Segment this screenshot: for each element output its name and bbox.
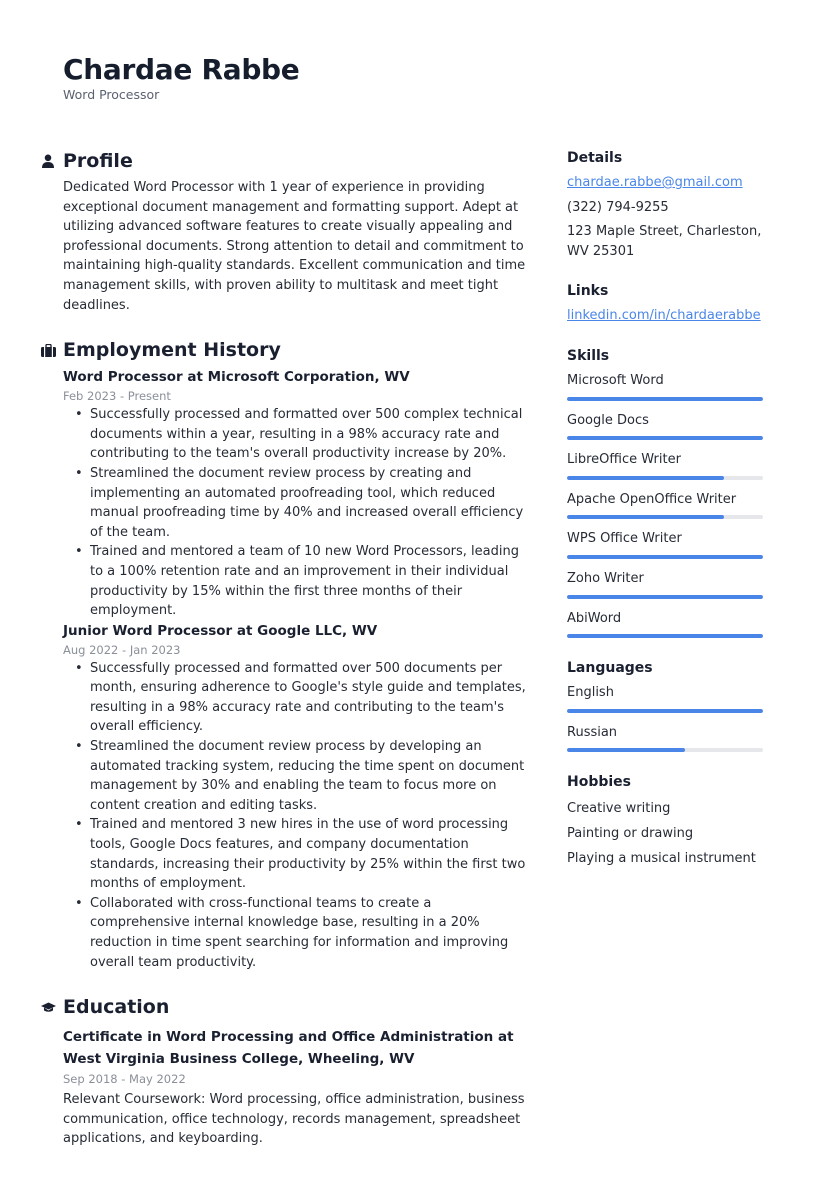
hobbies-heading: Hobbies — [567, 774, 632, 791]
links-section: Links linkedin.com/in/chardaerabbe — [567, 281, 787, 326]
skill-level-bar — [567, 475, 763, 480]
skill-name: LibreOffice Writer — [567, 452, 681, 468]
skill-level-bar — [567, 515, 763, 520]
profile-section: Profile Dedicated Word Processor with 1 … — [40, 148, 530, 315]
employment-section: Employment History Word Processor at Mic… — [40, 337, 530, 972]
resume-header: Chardae Rabbe Word Processor — [63, 53, 300, 103]
skill: AbiWord — [567, 609, 787, 639]
skill-name: Zoho Writer — [567, 570, 644, 586]
job-bullets: Successfully processed and formatted ove… — [63, 405, 530, 621]
education-title: Certificate in Word Processing and Offic… — [63, 1029, 514, 1068]
candidate-title: Word Processor — [63, 87, 160, 102]
skill-level-bar — [567, 634, 763, 639]
skills-section: Skills Microsoft Word Google Docs LibreOff… — [567, 346, 787, 639]
languages-section: Languages English Russian — [567, 658, 787, 753]
skill-level-bar — [567, 396, 763, 401]
employment-heading: Employment History — [63, 339, 281, 362]
education-entry: Certificate in Word Processing and Offic… — [63, 1026, 530, 1149]
job-bullet: Trained and mentored 3 new hires in the … — [75, 815, 530, 893]
details-heading: Details — [567, 150, 623, 166]
language-level-bar — [567, 748, 763, 753]
skill: WPS Office Writer — [567, 529, 787, 559]
hobby-item: Playing a musical instrument — [567, 850, 756, 866]
skill: Google Docs — [567, 411, 787, 441]
skill-name: Google Docs — [567, 412, 649, 428]
skill-name: WPS Office Writer — [567, 531, 682, 547]
job-bullets: Successfully processed and formatted ove… — [63, 659, 530, 973]
address: 123 Maple Street, Charleston, WV 25301 — [567, 224, 762, 259]
job-bullet: Streamlined the document review process … — [75, 737, 530, 815]
skill-level-fill — [567, 396, 763, 401]
briefcase-icon — [40, 343, 63, 357]
skill-name: Microsoft Word — [567, 372, 664, 388]
profile-heading: Profile — [63, 150, 133, 172]
person-icon — [40, 154, 63, 168]
skill-level-fill — [567, 475, 724, 480]
job-dates: Feb 2023 - Present — [63, 389, 171, 404]
skill: LibreOffice Writer — [567, 450, 787, 480]
skill-level-fill — [567, 634, 763, 639]
skills-heading: Skills — [567, 347, 610, 364]
links-heading: Links — [567, 283, 609, 300]
skill-level-fill — [567, 515, 724, 520]
job-title: Word Processor at Microsoft Corporation,… — [63, 369, 410, 386]
main-column: Profile Dedicated Word Processor with 1 … — [40, 148, 530, 1165]
skill-level-bar — [567, 594, 763, 599]
language-level-fill — [567, 708, 763, 713]
skill: Microsoft Word — [567, 371, 787, 401]
education-dates: Sep 2018 - May 2022 — [63, 1072, 186, 1087]
job-entry: Word Processor at Microsoft Corporation,… — [63, 367, 530, 621]
skill-level-fill — [567, 436, 763, 441]
language-level-bar — [567, 708, 763, 713]
candidate-name: Chardae Rabbe — [63, 53, 300, 86]
skill-level-bar — [567, 554, 763, 559]
graduation-cap-icon — [40, 1002, 63, 1013]
email-link[interactable]: chardae.rabbe@gmail.com — [567, 175, 743, 190]
language-name: Russian — [567, 724, 618, 740]
linkedin-link[interactable]: linkedin.com/in/chardaerabbe — [567, 308, 761, 323]
details-section: Details chardae.rabbe@gmail.com (322) 79… — [567, 148, 787, 261]
language-level-fill — [567, 748, 685, 753]
education-header: Education — [40, 994, 530, 1020]
education-description: Relevant Coursework: Word processing, of… — [63, 1092, 525, 1147]
profile-header: Profile — [40, 148, 530, 174]
job-bullet: Successfully processed and formatted ove… — [75, 659, 530, 737]
job-bullet: Trained and mentored a team of 10 new Wo… — [75, 542, 530, 620]
skill-level-bar — [567, 436, 763, 441]
education-section: Education Certificate in Word Processing… — [40, 994, 530, 1149]
job-dates: Aug 2022 - Jan 2023 — [63, 642, 181, 657]
sidebar: Details chardae.rabbe@gmail.com (322) 79… — [567, 148, 787, 891]
language: Russian — [567, 723, 787, 753]
profile-summary: Dedicated Word Processor with 1 year of … — [63, 180, 526, 313]
skill-name: Apache OpenOffice Writer — [567, 491, 737, 507]
skill-level-fill — [567, 594, 763, 599]
job-bullet: Successfully processed and formatted ove… — [75, 405, 530, 464]
hobbies-section: Hobbies Creative writing Painting or dra… — [567, 772, 787, 871]
hobby-item: Creative writing — [567, 801, 671, 817]
phone-number: (322) 794-9255 — [567, 199, 669, 215]
skill-level-fill — [567, 554, 763, 559]
job-bullet: Streamlined the document review process … — [75, 464, 530, 542]
skill: Apache OpenOffice Writer — [567, 490, 787, 520]
language: English — [567, 683, 787, 713]
skill: Zoho Writer — [567, 569, 787, 599]
job-entry: Junior Word Processor at Google LLC, WV … — [63, 621, 530, 973]
language-name: English — [567, 685, 614, 701]
languages-heading: Languages — [567, 660, 653, 677]
job-bullet: Collaborated with cross-functional teams… — [75, 894, 530, 972]
job-title: Junior Word Processor at Google LLC, WV — [63, 622, 378, 639]
education-heading: Education — [63, 996, 170, 1019]
skill-name: AbiWord — [567, 610, 622, 626]
employment-header: Employment History — [40, 337, 530, 363]
hobby-item: Painting or drawing — [567, 825, 694, 841]
